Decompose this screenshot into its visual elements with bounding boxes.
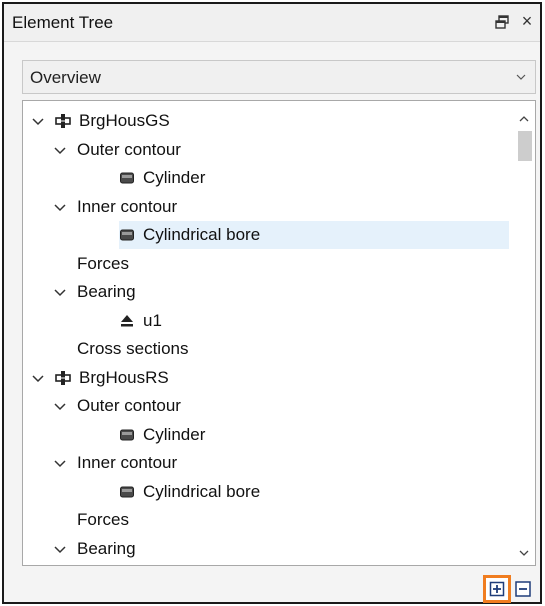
shaft-icon: [55, 114, 71, 128]
tree-row-label: u1: [143, 310, 162, 330]
tree-row[interactable]: Cross sections: [77, 335, 188, 363]
tree-row-label: Forces: [77, 510, 129, 529]
chevron-down-icon[interactable]: [53, 200, 67, 214]
panel-titlebar: Element Tree ×: [4, 4, 540, 42]
chevron-down-icon[interactable]: [53, 399, 67, 413]
tree-row-label: Cylinder: [143, 168, 206, 187]
tree-row-label: Cross sections: [77, 339, 189, 358]
tree-row-label: Cylindrical bore: [143, 481, 261, 501]
tree-row[interactable]: Forces: [77, 506, 129, 534]
chevron-down-icon[interactable]: [53, 143, 67, 157]
bearing-icon: [121, 314, 133, 326]
expand-all-button[interactable]: [483, 575, 511, 603]
tree-row-label: Inner contour: [77, 196, 178, 216]
cylindrical-bore-icon: [120, 229, 134, 241]
chevron-down-icon: [516, 74, 526, 80]
tree-row-label: Forces: [77, 253, 129, 273]
scroll-up-icon[interactable]: [518, 113, 530, 125]
cylinder-icon: [120, 429, 134, 440]
tree-row[interactable]: Bearing: [53, 278, 136, 306]
tree-row-label: BrgHousGS: [79, 111, 170, 130]
tree-row[interactable]: Cylindrical bore: [119, 221, 509, 249]
float-window-icon[interactable]: [495, 15, 509, 29]
tree-row-label: Outer contour: [77, 139, 181, 159]
tree-row[interactable]: Cylinder: [119, 164, 205, 192]
chevron-down-icon[interactable]: [53, 456, 67, 470]
chevron-down-icon[interactable]: [53, 285, 67, 299]
collapse-all-button[interactable]: [514, 580, 532, 598]
tree-row[interactable]: Outer contour: [53, 392, 181, 420]
tree-row[interactable]: Cylinder: [119, 421, 205, 449]
element-tree-panel: Element Tree × Overview Bearing Forces Cyl…: [2, 2, 542, 604]
shaft-icon: [55, 370, 71, 385]
tree-row[interactable]: BrgHousGS: [31, 107, 170, 135]
tree-row[interactable]: BrgHousRS: [31, 364, 169, 392]
chevron-down-icon[interactable]: [31, 371, 45, 385]
chevron-down-icon[interactable]: [53, 542, 67, 556]
tree-row-label: BrgHousRS: [79, 367, 169, 387]
cylindrical-bore-icon: [120, 486, 134, 497]
tree-row-label: Outer contour: [77, 396, 181, 415]
dropdown-selected-value: Overview: [30, 68, 101, 87]
cylinder-icon: [120, 172, 134, 184]
tree-row-label: Cylinder: [143, 424, 206, 444]
element-tree[interactable]: Bearing Forces Cylindrical bore Inner conto…: [22, 100, 536, 566]
tree-row-label: Bearing: [77, 538, 136, 558]
chevron-down-icon[interactable]: [31, 114, 45, 128]
scroll-thumb[interactable]: [518, 131, 532, 161]
view-dropdown[interactable]: Overview: [22, 60, 536, 94]
vertical-scrollbar[interactable]: [513, 101, 535, 565]
tree-row-label: Bearing: [77, 282, 136, 301]
tree-row-label: Cylindrical bore: [143, 225, 261, 244]
tree-row[interactable]: u1: [119, 307, 162, 335]
tree-row[interactable]: Cylindrical bore: [119, 478, 260, 506]
tree-row[interactable]: Outer contour: [53, 136, 181, 164]
expand-all-icon: [489, 581, 505, 597]
panel-title: Element Tree: [12, 13, 114, 32]
close-icon[interactable]: ×: [519, 12, 535, 30]
tree-row[interactable]: Forces: [77, 250, 129, 278]
collapse-all-icon: [515, 581, 531, 597]
tree-row[interactable]: Inner contour: [53, 449, 177, 477]
tree-row[interactable]: Bearing: [53, 535, 136, 563]
tree-row[interactable]: Inner contour: [53, 193, 177, 221]
tree-row-label: Inner contour: [77, 453, 178, 472]
scroll-down-icon[interactable]: [518, 547, 530, 559]
